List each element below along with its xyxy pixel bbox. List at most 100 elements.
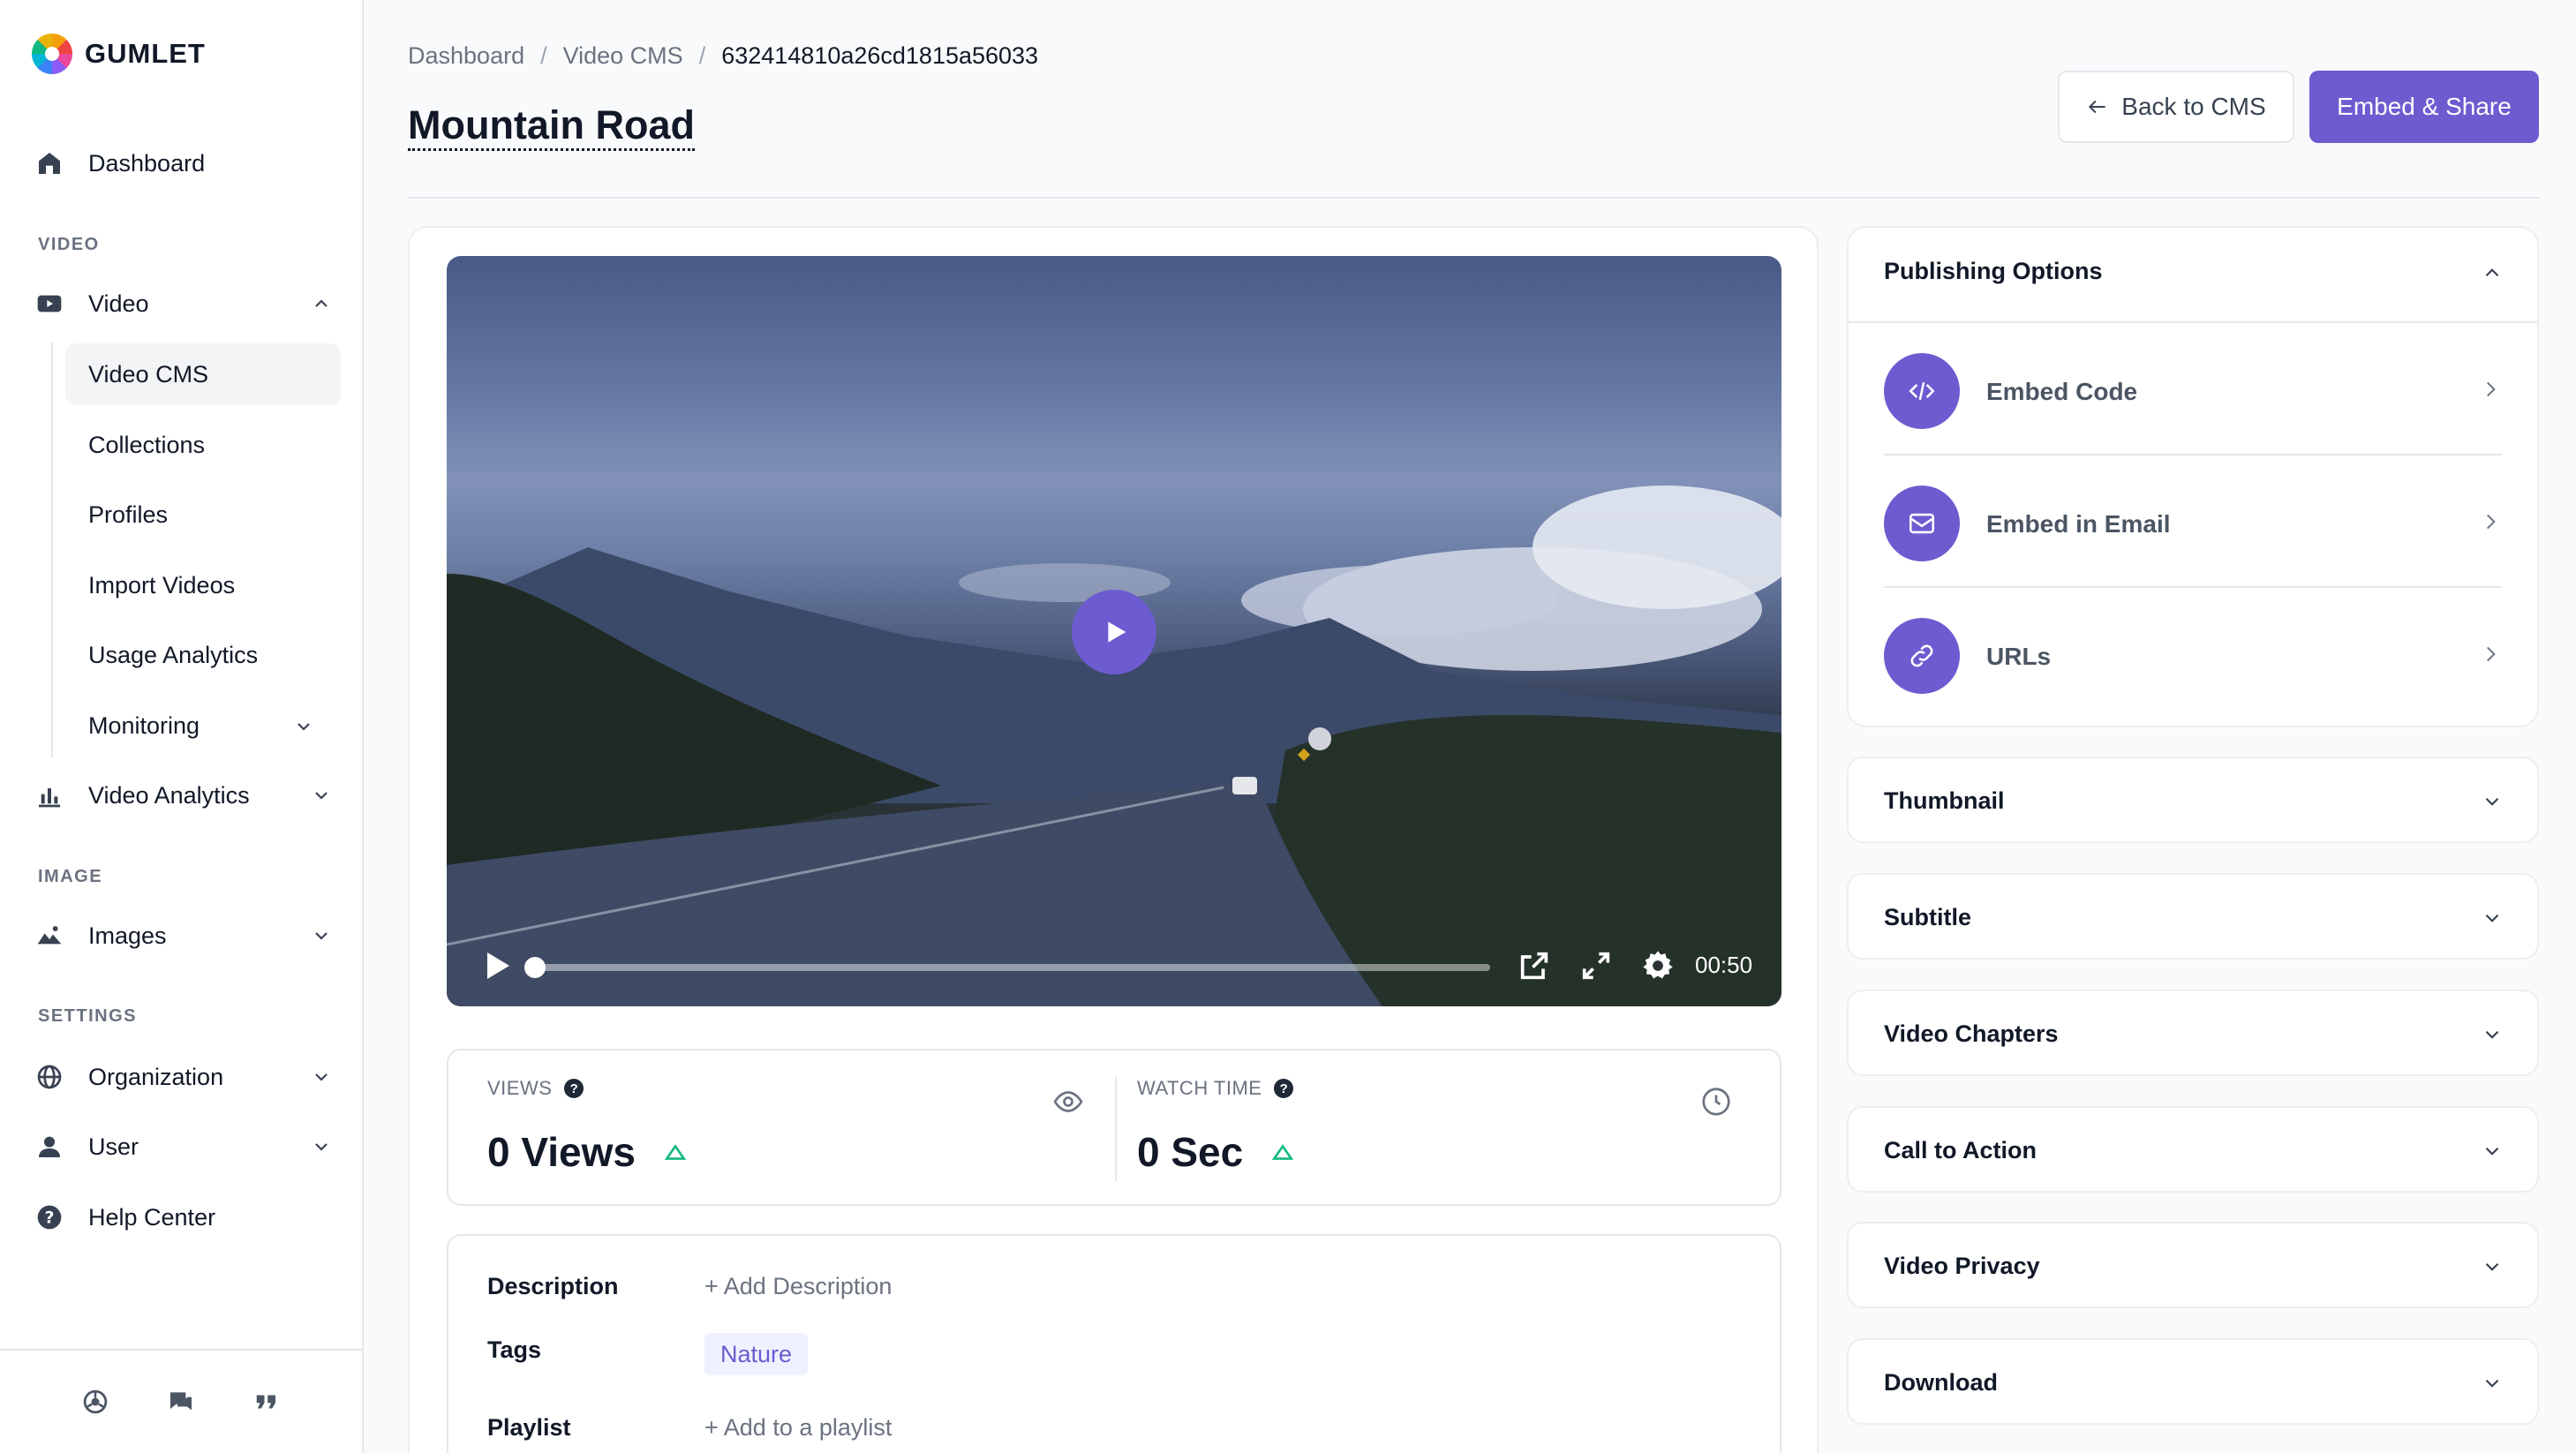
chevron-down-icon (2485, 797, 2499, 806)
seek-bar[interactable] (524, 957, 1490, 978)
sidebar-footer (0, 1349, 362, 1453)
sidebar-item-monitoring[interactable]: Monitoring (65, 695, 341, 757)
watch-time-stat: WATCH TIME ? 0 Sec (1098, 1050, 1748, 1206)
sidebar-item-video-analytics[interactable]: Video Analytics (32, 767, 332, 824)
chevron-down-icon (298, 723, 310, 731)
help-icon: ? (32, 1200, 67, 1235)
views-label-row: VIEWS ? (487, 1077, 584, 1100)
help-icon[interactable]: ? (564, 1079, 584, 1098)
download-accordion[interactable]: Download (1847, 1338, 2539, 1425)
sidebar-item-dashboard[interactable]: Dashboard (32, 135, 332, 192)
user-icon (32, 1129, 67, 1164)
community-icon[interactable] (73, 1380, 117, 1424)
home-icon (32, 146, 67, 181)
chevron-right-icon (2487, 646, 2496, 662)
call-to-action-accordion[interactable]: Call to Action (1847, 1106, 2539, 1193)
sidebar-item-help-center[interactable]: ? Help Center (32, 1189, 332, 1246)
sidebar-item-video-cms[interactable]: Video CMS (65, 343, 341, 405)
sidebar-item-label: Organization (88, 1063, 224, 1090)
video-chapters-accordion[interactable]: Video Chapters (1847, 990, 2539, 1076)
chat-icon[interactable] (159, 1380, 203, 1424)
page-title[interactable]: Mountain Road (408, 102, 695, 151)
accordion-title: Video Privacy (1884, 1253, 2040, 1279)
watch-time-label: WATCH TIME (1137, 1077, 1262, 1099)
mail-icon (1884, 486, 1960, 561)
chevron-down-icon (2485, 1262, 2499, 1271)
settings-gear-icon[interactable] (1640, 948, 1676, 983)
chevron-down-icon (315, 932, 328, 940)
fullscreen-icon[interactable] (1578, 948, 1614, 983)
chevron-down-icon (2485, 914, 2499, 922)
publishing-options-panel: Publishing Options Embed Code Embed in E… (1847, 226, 2539, 727)
subnav-rule (51, 343, 53, 757)
description-label: Description (487, 1273, 619, 1299)
sidebar-item-import-videos[interactable]: Import Videos (65, 554, 341, 616)
play-overlay-button[interactable] (1072, 590, 1156, 674)
urls-option[interactable]: URLs (1884, 588, 2502, 720)
playlist-label: Playlist (487, 1414, 571, 1441)
sidebar-item-profiles[interactable]: Profiles (65, 484, 341, 546)
external-link-icon[interactable] (1517, 948, 1552, 983)
eye-icon (1053, 1091, 1083, 1112)
add-to-playlist-link[interactable]: + Add to a playlist (704, 1414, 892, 1442)
video-icon (32, 286, 67, 321)
seek-bar-handle[interactable] (524, 957, 546, 978)
thumbnail-accordion[interactable]: Thumbnail (1847, 757, 2539, 843)
back-to-cms-label: Back to CMS (2121, 93, 2266, 120)
chevron-down-icon (2485, 1147, 2499, 1156)
breadcrumb-video-cms[interactable]: Video CMS (563, 42, 683, 70)
chevron-down-icon (2485, 1030, 2499, 1039)
embed-code-label: Embed Code (1986, 378, 2138, 405)
sidebar-item-label: Dashboard (88, 149, 206, 177)
gumlet-logo[interactable]: GUMLET (32, 34, 206, 74)
add-description-link[interactable]: + Add Description (704, 1273, 892, 1300)
embed-share-button[interactable]: Embed & Share (2309, 71, 2539, 143)
embed-in-email-option[interactable]: Embed in Email (1884, 455, 2502, 588)
publishing-options-title: Publishing Options (1884, 258, 2103, 284)
sidebar-item-label: User (88, 1133, 139, 1160)
sidebar-item-organization[interactable]: Organization (32, 1049, 332, 1105)
code-icon (1884, 353, 1960, 429)
chevron-down-icon (2485, 1379, 2499, 1388)
sidebar-item-video[interactable]: Video (32, 275, 332, 332)
trend-up-icon (1271, 1144, 1294, 1160)
breadcrumb: Dashboard / Video CMS / 632414810a26cd18… (408, 42, 1038, 70)
sidebar-item-label: Images (88, 922, 167, 949)
bar-chart-icon (32, 778, 67, 813)
accordion-title: Call to Action (1884, 1137, 2037, 1163)
header-divider (408, 197, 2539, 199)
tags-label: Tags (487, 1336, 542, 1363)
player-controls: 00:50 (447, 927, 1781, 1006)
chevron-down-icon (315, 792, 328, 800)
sidebar-item-images[interactable]: Images (32, 907, 332, 964)
trend-up-icon (664, 1144, 687, 1160)
sidebar-item-usage-analytics[interactable]: Usage Analytics (65, 624, 341, 686)
tag-chip[interactable]: Nature (704, 1333, 809, 1375)
help-icon[interactable]: ? (1274, 1079, 1294, 1098)
sidebar-item-user[interactable]: User (32, 1118, 332, 1175)
watch-time-value: 0 Sec (1137, 1129, 1244, 1175)
accordion-title: Thumbnail (1884, 787, 2005, 814)
watch-time-value-row: 0 Sec (1137, 1128, 1294, 1176)
section-label-image: IMAGE (38, 867, 103, 886)
sidebar-item-collections[interactable]: Collections (65, 414, 341, 476)
chevron-right-icon (2487, 514, 2496, 530)
logo-text: GUMLET (85, 38, 206, 69)
chevron-up-icon (315, 299, 328, 307)
section-label-video: VIDEO (38, 235, 100, 254)
breadcrumb-dashboard[interactable]: Dashboard (408, 42, 524, 70)
play-icon[interactable] (478, 946, 514, 985)
video-privacy-accordion[interactable]: Video Privacy (1847, 1222, 2539, 1308)
views-value-row: 0 Views (487, 1128, 687, 1176)
publishing-options-header[interactable]: Publishing Options (1849, 228, 2537, 323)
quote-icon[interactable] (245, 1380, 289, 1424)
video-duration: 00:50 (1695, 952, 1753, 978)
globe-icon (32, 1059, 67, 1095)
back-to-cms-button[interactable]: Back to CMS (2058, 71, 2294, 143)
embed-code-option[interactable]: Embed Code (1884, 323, 2502, 455)
sidebar-item-label: Monitoring (88, 711, 200, 739)
chevron-right-icon (2487, 381, 2496, 397)
subtitle-accordion[interactable]: Subtitle (1847, 873, 2539, 960)
views-label: VIEWS (487, 1077, 553, 1099)
stats-card: VIEWS ? 0 Views WATCH TIME ? 0 Sec (447, 1049, 1781, 1206)
